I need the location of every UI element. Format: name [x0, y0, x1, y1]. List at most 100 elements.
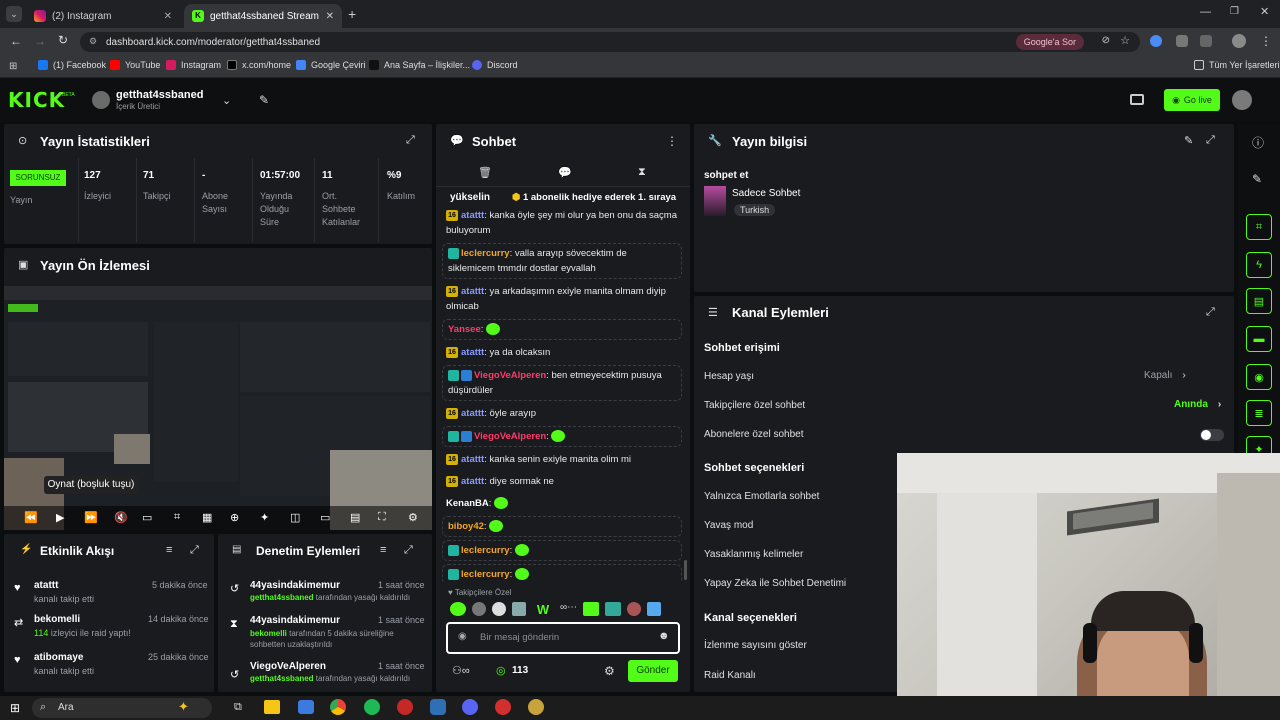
activity-user[interactable]: atibomaye — [34, 652, 83, 663]
mute-icon[interactable]: 🔇 — [114, 511, 128, 524]
channel-avatar[interactable] — [92, 91, 110, 109]
restore-icon[interactable]: ❐ — [1230, 6, 1239, 17]
chat-message[interactable]: 16 atattt: kanka öyle şey mi olur ya ben … — [442, 206, 682, 240]
extensions-puzzle-icon[interactable] — [1200, 35, 1212, 47]
trash-icon[interactable]: 🗑 — [478, 166, 492, 179]
followers-chat-setting[interactable]: Anında › — [1174, 399, 1221, 410]
app-icon[interactable] — [495, 699, 511, 715]
bookmark-x[interactable]: x.com/home — [227, 60, 291, 70]
popout-icon[interactable]: ⤢ — [190, 544, 199, 557]
close-window-icon[interactable]: ✕ — [1260, 5, 1269, 18]
emote-w-icon[interactable]: W — [532, 602, 554, 617]
settings-app-icon[interactable] — [430, 699, 446, 715]
close-tab-icon[interactable]: ✕ — [164, 11, 172, 22]
star-icon[interactable]: ☆ — [1120, 34, 1130, 47]
chat-message[interactable]: 16 atattt: ya arkadaşımın exiyle manita o… — [442, 282, 682, 316]
app-icon[interactable] — [298, 700, 314, 714]
emote-icon[interactable] — [512, 602, 526, 616]
menu-kebab-icon[interactable]: ⋮ — [1260, 34, 1272, 48]
frame-icon[interactable]: ▦ — [202, 511, 212, 524]
bookmark-instagram[interactable]: Instagram — [166, 60, 221, 70]
chrome-icon[interactable] — [330, 699, 346, 715]
activity-user[interactable]: bekomelli — [34, 614, 80, 625]
popout-icon[interactable]: ⤢ — [1206, 134, 1215, 147]
new-tab-icon[interactable]: + — [348, 6, 356, 22]
info-icon[interactable]: ⓘ — [1252, 134, 1264, 151]
activity-user[interactable]: atattt — [34, 580, 58, 591]
emote-icon[interactable]: ∞⋯ — [560, 602, 577, 617]
category-name[interactable]: Sadece Sohbet — [732, 188, 800, 199]
bookmark-youtube[interactable]: YouTube — [110, 60, 160, 70]
close-tab-icon[interactable]: ✕ — [326, 11, 334, 22]
chat-message[interactable]: biboy42: — [442, 516, 682, 537]
shield-users-icon[interactable]: ⚇∞ — [452, 664, 470, 677]
kick-logo[interactable]: KICK — [8, 88, 65, 112]
settings-gear-icon[interactable]: ⚙ — [604, 664, 615, 678]
pin-icon[interactable]: ✎ — [259, 93, 269, 107]
emote-icon[interactable] — [583, 602, 600, 616]
crop-icon[interactable]: ⌗ — [174, 511, 180, 524]
tab-instagram[interactable]: (2) Instagram ✕ — [26, 4, 180, 28]
file-explorer-icon[interactable] — [264, 700, 280, 714]
profile-avatar[interactable] — [1232, 34, 1246, 48]
emote-icon[interactable] — [627, 602, 642, 616]
popout-icon[interactable]: ⤢ — [404, 544, 413, 557]
emoji-icon[interactable]: ☻ — [658, 630, 670, 642]
sparkle-icon[interactable]: ✦ — [260, 511, 269, 524]
bolt-icon[interactable]: ϟ — [1246, 252, 1272, 278]
chat-message[interactable]: KenanBA: — [442, 494, 682, 513]
edit-pencil-icon[interactable]: ✎ — [1184, 134, 1193, 147]
emote-icon[interactable] — [450, 602, 466, 616]
emote-icon[interactable] — [647, 602, 662, 616]
mod-target[interactable]: ViegoVeAlperen — [250, 661, 326, 672]
scan-icon[interactable]: ⌗ — [1246, 214, 1272, 240]
task-view-icon[interactable]: ⧉ — [234, 701, 242, 714]
pip-icon[interactable]: ◫ — [290, 511, 300, 524]
windows-start-icon[interactable]: ⊞ — [10, 701, 20, 715]
chat-message[interactable]: 16 atattt: öyle arayıp — [442, 404, 682, 423]
emote-icon[interactable] — [472, 602, 486, 616]
captions-icon[interactable]: ▤ — [350, 511, 360, 524]
popout-icon[interactable]: ⤢ — [406, 134, 415, 147]
hourglass-icon[interactable]: ⧗ — [638, 166, 646, 179]
reload-icon[interactable]: ↻ — [58, 33, 68, 47]
spotify-icon[interactable] — [364, 699, 380, 715]
stream-preview-video[interactable]: Oynat (boşluk tuşu) ⏪ ▶ ⏩ 🔇 ▭ ⌗ ▦ ⊕ ✦ ◫ … — [4, 286, 432, 530]
play-icon[interactable]: ▶ — [56, 511, 64, 524]
chat-message[interactable]: 16 atattt: diye sormak ne — [442, 472, 682, 491]
tab-list-icon[interactable]: ⌄ — [6, 6, 22, 22]
broadcast-icon[interactable]: ◉ — [1246, 364, 1272, 390]
mod-target[interactable]: 44yasindakimemur — [250, 580, 340, 591]
apps-grid-icon[interactable]: ⊞ — [9, 61, 17, 72]
forward-icon[interactable]: → — [34, 34, 46, 48]
chat-bubble-icon[interactable]: 💬 — [558, 166, 572, 179]
back-icon[interactable]: ← — [10, 34, 22, 48]
bookmark-discord[interactable]: Discord — [472, 60, 518, 70]
emote-icon[interactable] — [605, 602, 622, 616]
site-info-icon[interactable]: ⚙ — [89, 36, 97, 47]
all-bookmarks[interactable]: Tüm Yer İşaretleri — [1194, 60, 1280, 70]
clipboard-icon[interactable]: ▤ — [1246, 288, 1272, 314]
fullscreen-icon[interactable]: ⛶ — [378, 511, 386, 524]
emote-icon[interactable] — [492, 602, 506, 616]
bookmark-homepage[interactable]: Ana Sayfa – İlişkiler... — [369, 60, 470, 70]
chat-message[interactable]: ViegoVeAlperen: — [442, 426, 682, 447]
camera-icon[interactable]: ▭ — [142, 511, 152, 524]
filter-icon[interactable]: ≡ — [380, 544, 386, 556]
chat-message[interactable]: Yansee: — [442, 319, 682, 340]
extension-icon[interactable] — [1176, 35, 1188, 47]
chat-message[interactable]: leclercurry: valla arayıp sövecektim de … — [442, 243, 682, 279]
chat-message[interactable]: 16 atattt: ya da olcaksın — [442, 343, 682, 362]
forward-icon[interactable]: ⏩ — [84, 511, 98, 524]
account-age-setting[interactable]: Kapalı › — [1144, 370, 1186, 381]
bookmark-facebook[interactable]: (1) Facebook — [38, 60, 106, 70]
rewind-icon[interactable]: ⏪ — [24, 511, 38, 524]
chat-message[interactable]: leclercurry: — [442, 564, 682, 582]
mod-target[interactable]: 44yasindakimemur — [250, 615, 340, 626]
google-ask-button[interactable]: Google'a Sor — [1015, 34, 1084, 50]
extension-icon[interactable] — [1150, 35, 1162, 47]
send-button[interactable]: Gönder — [628, 660, 678, 682]
layers-icon[interactable]: ≣ — [1246, 400, 1272, 426]
filter-icon[interactable]: ≡ — [166, 544, 172, 556]
discord-icon[interactable] — [462, 699, 478, 715]
